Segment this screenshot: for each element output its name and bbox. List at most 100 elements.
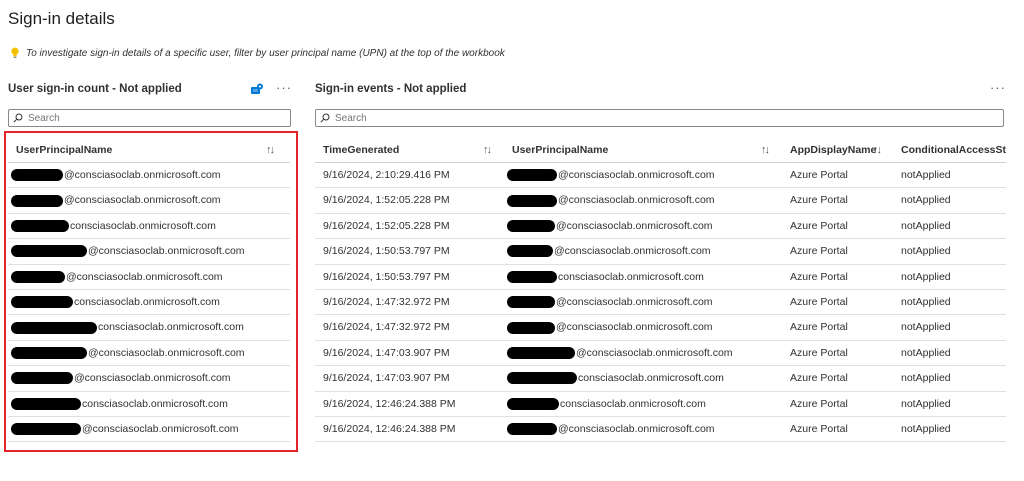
time-generated-cell: 9/16/2024, 1:47:03.907 PM xyxy=(323,372,450,385)
upn-domain: @consciasoclab.onmicrosoft.com xyxy=(558,169,715,181)
upn-cell: consciasoclab.onmicrosoft.com xyxy=(507,372,724,385)
table-row[interactable]: consciasoclab.onmicrosoft.com xyxy=(8,315,290,341)
upn-cell: @consciasoclab.onmicrosoft.com xyxy=(507,220,713,232)
conditional-access-cell: notApplied xyxy=(901,295,951,308)
right-more-options-button[interactable]: ··· xyxy=(990,80,1006,95)
time-generated-cell: 9/16/2024, 12:46:24.388 PM xyxy=(323,397,456,410)
upn-cell: @consciasoclab.onmicrosoft.com xyxy=(11,422,239,436)
conditional-access-cell: notApplied xyxy=(901,321,951,334)
upn-domain: consciasoclab.onmicrosoft.com xyxy=(558,270,704,283)
table-row[interactable]: 9/16/2024, 1:52:05.228 PM @consciasoclab.… xyxy=(315,188,1006,214)
conditional-access-cell: notApplied xyxy=(901,270,951,283)
table-row[interactable]: 9/16/2024, 1:47:03.907 PM @consciasoclab.… xyxy=(315,341,1006,367)
redaction-mark xyxy=(11,397,81,410)
table-row[interactable]: consciasoclab.onmicrosoft.com xyxy=(8,290,290,316)
upn-domain: @consciasoclab.onmicrosoft.com xyxy=(88,245,245,258)
table-row[interactable]: consciasoclab.onmicrosoft.com xyxy=(8,392,290,417)
right-search-input[interactable] xyxy=(335,112,535,124)
redaction-mark xyxy=(507,296,555,309)
column-header-upn[interactable]: UserPrincipalName xyxy=(16,144,112,156)
conditional-access-cell: notApplied xyxy=(901,194,951,207)
upn-domain: @consciasoclab.onmicrosoft.com xyxy=(82,422,239,435)
upn-domain: @consciasoclab.onmicrosoft.com xyxy=(556,321,713,334)
upn-cell: consciasoclab.onmicrosoft.com xyxy=(507,271,704,283)
left-more-options-button[interactable]: ··· xyxy=(276,80,292,95)
app-display-name-cell: Azure Portal xyxy=(790,169,848,181)
sort-icon[interactable]: ↑↓ xyxy=(761,144,770,156)
upn-cell: @consciasoclab.onmicrosoft.com xyxy=(11,245,245,258)
app-display-name-cell: Azure Portal xyxy=(790,245,848,258)
table-row[interactable]: 9/16/2024, 12:46:24.388 PM consciasoclab.… xyxy=(315,392,1006,417)
redaction-mark xyxy=(507,397,559,410)
column-header-conditional-access-status[interactable]: ConditionalAccessStat xyxy=(901,144,1006,156)
table-row[interactable]: 9/16/2024, 12:46:24.388 PM @consciasoclab… xyxy=(315,417,1006,443)
left-search-box[interactable] xyxy=(8,109,291,127)
redaction-mark xyxy=(507,194,557,207)
table-row[interactable]: @consciasoclab.onmicrosoft.com xyxy=(8,188,290,214)
upn-cell: consciasoclab.onmicrosoft.com xyxy=(11,295,220,309)
sort-icon[interactable]: ↑↓ xyxy=(873,144,882,156)
lightbulb-icon xyxy=(10,47,20,59)
table-row[interactable]: 9/16/2024, 2:10:29.416 PM @consciasoclab.… xyxy=(315,163,1006,189)
sort-icon[interactable]: ↑↓ xyxy=(483,144,492,156)
table-row[interactable]: 9/16/2024, 1:47:03.907 PM consciasoclab.o… xyxy=(315,366,1006,392)
column-header-upn[interactable]: UserPrincipalName xyxy=(512,144,608,156)
conditional-access-cell: notApplied xyxy=(901,169,951,181)
time-generated-cell: 9/16/2024, 1:52:05.228 PM xyxy=(323,194,450,207)
redaction-mark xyxy=(507,270,557,283)
upn-cell: consciasoclab.onmicrosoft.com xyxy=(11,321,244,334)
redaction-mark xyxy=(507,245,553,258)
upn-domain: @consciasoclab.onmicrosoft.com xyxy=(554,245,711,258)
app-display-name-cell: Azure Portal xyxy=(790,194,848,207)
table-row[interactable]: @consciasoclab.onmicrosoft.com xyxy=(8,265,290,290)
column-header-app-display-name[interactable]: AppDisplayName xyxy=(790,144,876,156)
upn-domain: @consciasoclab.onmicrosoft.com xyxy=(74,372,231,385)
search-icon xyxy=(320,113,330,123)
table-row[interactable]: @consciasoclab.onmicrosoft.com xyxy=(8,417,290,443)
table-row[interactable]: @consciasoclab.onmicrosoft.com xyxy=(8,366,290,392)
time-generated-cell: 9/16/2024, 1:47:03.907 PM xyxy=(323,346,450,359)
time-generated-cell: 9/16/2024, 1:50:53.797 PM xyxy=(323,270,450,283)
upn-domain: consciasoclab.onmicrosoft.com xyxy=(74,295,220,308)
upn-domain: @consciasoclab.onmicrosoft.com xyxy=(556,295,713,308)
upn-domain: @consciasoclab.onmicrosoft.com xyxy=(576,346,733,359)
upn-domain: consciasoclab.onmicrosoft.com xyxy=(70,219,216,232)
table-row[interactable]: 9/16/2024, 1:47:32.972 PM @consciasoclab.… xyxy=(315,290,1006,316)
table-row[interactable]: 9/16/2024, 1:50:53.797 PM @consciasoclab.… xyxy=(315,239,1006,265)
redaction-mark xyxy=(507,169,557,182)
table-row[interactable]: @consciasoclab.onmicrosoft.com xyxy=(8,163,290,189)
time-generated-cell: 9/16/2024, 1:52:05.228 PM xyxy=(323,219,450,232)
upn-cell: @consciasoclab.onmicrosoft.com xyxy=(11,194,221,207)
redaction-mark xyxy=(11,220,69,232)
table-row[interactable]: 9/16/2024, 1:50:53.797 PM consciasoclab.o… xyxy=(315,265,1006,290)
app-display-name-cell: Azure Portal xyxy=(790,422,848,435)
left-search-input[interactable] xyxy=(28,112,228,124)
upn-domain: consciasoclab.onmicrosoft.com xyxy=(560,397,706,410)
page-title: Sign-in details xyxy=(8,9,115,28)
upn-cell: consciasoclab.onmicrosoft.com xyxy=(11,398,228,410)
right-search-box[interactable] xyxy=(315,109,1004,127)
user-signin-count-title: User sign-in count - Not applied xyxy=(8,83,182,95)
column-header-time-generated[interactable]: TimeGenerated xyxy=(323,144,399,156)
time-generated-cell: 9/16/2024, 12:46:24.388 PM xyxy=(323,422,456,435)
signin-events-grid: TimeGenerated ↑↓ UserPrincipalName ↑↓ Ap… xyxy=(315,138,1006,443)
upn-cell: @consciasoclab.onmicrosoft.com xyxy=(507,194,715,207)
workspace-icon[interactable] xyxy=(250,83,263,96)
app-display-name-cell: Azure Portal xyxy=(790,295,848,308)
table-row[interactable]: consciasoclab.onmicrosoft.com xyxy=(8,214,290,240)
sort-icon[interactable]: ↑↓ xyxy=(266,144,275,156)
app-display-name-cell: Azure Portal xyxy=(790,321,848,334)
upn-cell: @consciasoclab.onmicrosoft.com xyxy=(507,295,713,309)
conditional-access-cell: notApplied xyxy=(901,346,951,359)
upn-domain: @consciasoclab.onmicrosoft.com xyxy=(66,270,223,283)
app-display-name-cell: Azure Portal xyxy=(790,372,848,385)
upn-domain: @consciasoclab.onmicrosoft.com xyxy=(64,169,221,181)
upn-domain: @consciasoclab.onmicrosoft.com xyxy=(64,194,221,207)
right-grid-header: TimeGenerated ↑↓ UserPrincipalName ↑↓ Ap… xyxy=(315,138,1006,163)
table-row[interactable]: 9/16/2024, 1:52:05.228 PM @consciasoclab.… xyxy=(315,214,1006,240)
table-row[interactable]: 9/16/2024, 1:47:32.972 PM @consciasoclab.… xyxy=(315,315,1006,341)
app-display-name-cell: Azure Portal xyxy=(790,397,848,410)
redaction-mark xyxy=(11,423,81,436)
table-row[interactable]: @consciasoclab.onmicrosoft.com xyxy=(8,341,290,367)
table-row[interactable]: @consciasoclab.onmicrosoft.com xyxy=(8,239,290,265)
